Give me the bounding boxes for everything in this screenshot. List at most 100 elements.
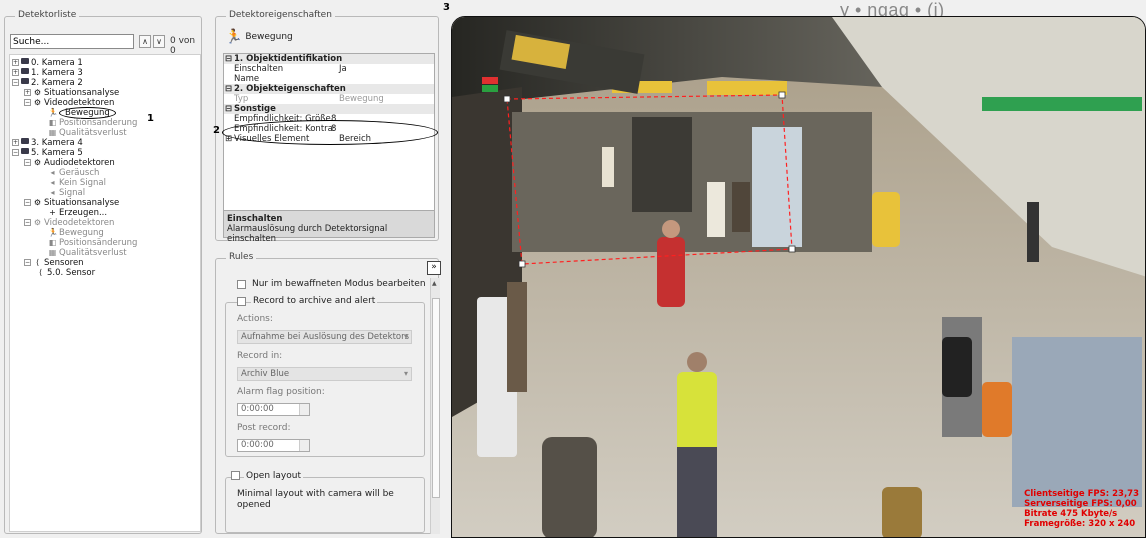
expand-panel-button[interactable]: » [427,261,441,275]
actions-label: Actions: [237,314,273,324]
collapse-icon[interactable]: − [24,259,31,266]
search-prev-button[interactable]: ∧ [139,35,151,48]
category-identification[interactable]: ⊟ 1. Objektidentifikation [224,54,434,64]
tree-item-label: 3. Kamera 4 [31,138,83,148]
expand-icon[interactable]: + [12,139,19,146]
tree-item[interactable]: ◧ Positionsänderung [48,118,138,128]
tree-item[interactable]: +0. Kamera 1 [12,58,83,68]
tree-item[interactable]: − ⟨ Sensoren [24,258,84,268]
audio-icon: ◂ [50,188,55,197]
armed-only-checkbox[interactable] [237,280,246,289]
detector-list-panel: Detektorliste ∧ ∨ 0 von 0 +0. Kamera 1+1… [4,10,202,534]
camera-icon [21,58,29,64]
tree-item[interactable]: ◂ Geräusch [48,168,99,178]
property-row-einschalten[interactable]: Einschalten Ja [224,64,434,74]
post-record-input[interactable]: 0:00:00 [237,439,310,452]
collapse-icon: ⊟ [225,54,233,64]
tree-item[interactable]: 🏃Bewegung [48,228,104,238]
collapse-icon[interactable]: − [12,79,19,86]
scroll-thumb[interactable] [432,298,440,498]
tree-item[interactable]: 🏃Bewegung [48,107,116,119]
expand-icon[interactable]: + [12,59,19,66]
camera-icon [21,138,29,144]
search-row: ∧ ∨ 0 von 0 [10,34,200,56]
tree-item-label: 1. Kamera 3 [31,68,83,78]
property-row-name[interactable]: Name [224,74,434,84]
camera-view[interactable]: Clientseitige FPS: 23,73 Serverseitige F… [451,16,1146,538]
alarm-flag-label: Alarm flag position: [237,387,325,397]
record-alert-checkbox[interactable] [237,297,246,306]
detector-group-icon: ⚙ [33,98,42,107]
tree-item[interactable]: ◧ Positionsänderung [48,238,138,248]
property-row-typ[interactable]: Typ Bewegung [224,94,434,104]
tree-item[interactable]: ▦ Qualitätsverlust [48,248,127,258]
camera-icon [21,68,29,74]
category-properties[interactable]: ⊟ 2. Objekteigenschaften [224,84,434,94]
property-header: 🏃 Bewegung [225,29,293,45]
alarm-flag-input[interactable]: 0:00:00 [237,403,310,416]
collapse-icon[interactable]: − [24,99,31,106]
record-in-select[interactable]: Archiv Blue [237,367,412,381]
tree-item[interactable]: + Erzeugen... [48,208,107,218]
tree-item[interactable]: ⟨ 5.0. Sensor [36,268,95,278]
tree-item-label: Erzeugen... [59,208,108,218]
actions-select[interactable]: Aufnahme bei Auslösung des Detektors [237,330,412,344]
tree-item[interactable]: − ⚙ Videodetektoren [24,98,114,108]
collapse-icon[interactable]: − [12,149,19,156]
callout-3: 3 [443,2,450,13]
tree-item[interactable]: ▦ Qualitätsverlust [48,128,127,138]
category-other[interactable]: ⊟ Sonstige [224,104,434,114]
tree-item-label: Videodetektoren [44,218,115,228]
post-record-label: Post record: [237,423,291,433]
rules-scrollbar[interactable]: ▲ [430,278,440,534]
detector-tree: +0. Kamera 1 +1. Kamera 3−2. Kamera 2 + ⚙ Si… [9,54,201,532]
search-input[interactable] [10,34,134,49]
tree-item[interactable]: ◂ Signal [48,188,85,198]
rules-panel: Rules Nur im bewaffneten Modus bearbeite… [215,252,439,534]
spinner-icon[interactable] [299,440,309,451]
expand-icon[interactable]: + [12,69,19,76]
expand-icon[interactable]: + [24,89,31,96]
client-fps: Clientseitige FPS: 23,73 [1024,489,1139,499]
tree-item-label: Kein Signal [59,178,106,188]
frame-size: Framegröße: 320 x 240 [1024,519,1136,529]
airport-scene [452,17,1145,537]
tree-item-label: Signal [59,188,86,198]
sensor-icon: ⟨ [38,268,43,277]
detector-properties-title: Detektoreigenschaften [226,10,335,20]
collapse-icon: ⊟ [225,104,233,114]
tree-item-label: 2. Kamera 2 [31,78,83,88]
tree-item[interactable]: ◂ Kein Signal [48,178,106,188]
search-count: 0 von 0 [170,36,196,56]
property-header-label: Bewegung [245,32,293,42]
camera-icon [21,78,29,84]
tree-item[interactable]: +3. Kamera 4 [12,138,83,148]
position-change-icon: ◧ [48,118,57,127]
tree-item[interactable]: − ⚙ Videodetektoren [24,218,114,228]
detector-group-icon: ⚙ [33,88,42,97]
collapse-icon[interactable]: − [24,159,31,166]
property-description: Einschalten Alarmauslösung durch Detekto… [223,210,435,244]
tree-item[interactable]: − ⚙ Audiodetektoren [24,158,115,168]
collapse-icon[interactable]: − [24,219,31,226]
server-fps: Serverseitige FPS: 0,00 [1024,499,1137,509]
tree-item[interactable]: − 5. Kamera 5 [12,148,83,158]
callout-2: 2 [213,125,220,136]
tree-item-label: Positionsänderung [59,118,138,128]
open-layout-checkbox[interactable] [231,471,240,480]
collapse-icon[interactable]: − [24,199,31,206]
audio-icon: ◂ [50,178,55,187]
tree-item[interactable]: +1. Kamera 3 [12,68,83,78]
tree-item[interactable]: + ⚙ Situationsanalyse [24,88,119,98]
spinner-icon[interactable] [299,404,309,415]
record-in-label: Record in: [237,351,283,361]
search-next-button[interactable]: ∨ [153,35,165,48]
tree-item-label: Qualitätsverlust [59,128,127,138]
tree-item-label: Geräusch [59,168,100,178]
bitrate: Bitrate 475 Kbyte/s [1024,509,1118,519]
tree-item[interactable]: − 2. Kamera 2 [12,78,83,88]
tree-item[interactable]: − ⚙ Situationsanalyse [24,198,119,208]
scroll-up-icon[interactable]: ▲ [432,280,437,287]
tree-item-label: Audiodetektoren [44,158,115,168]
tree-item-label: Sensoren [44,258,84,268]
